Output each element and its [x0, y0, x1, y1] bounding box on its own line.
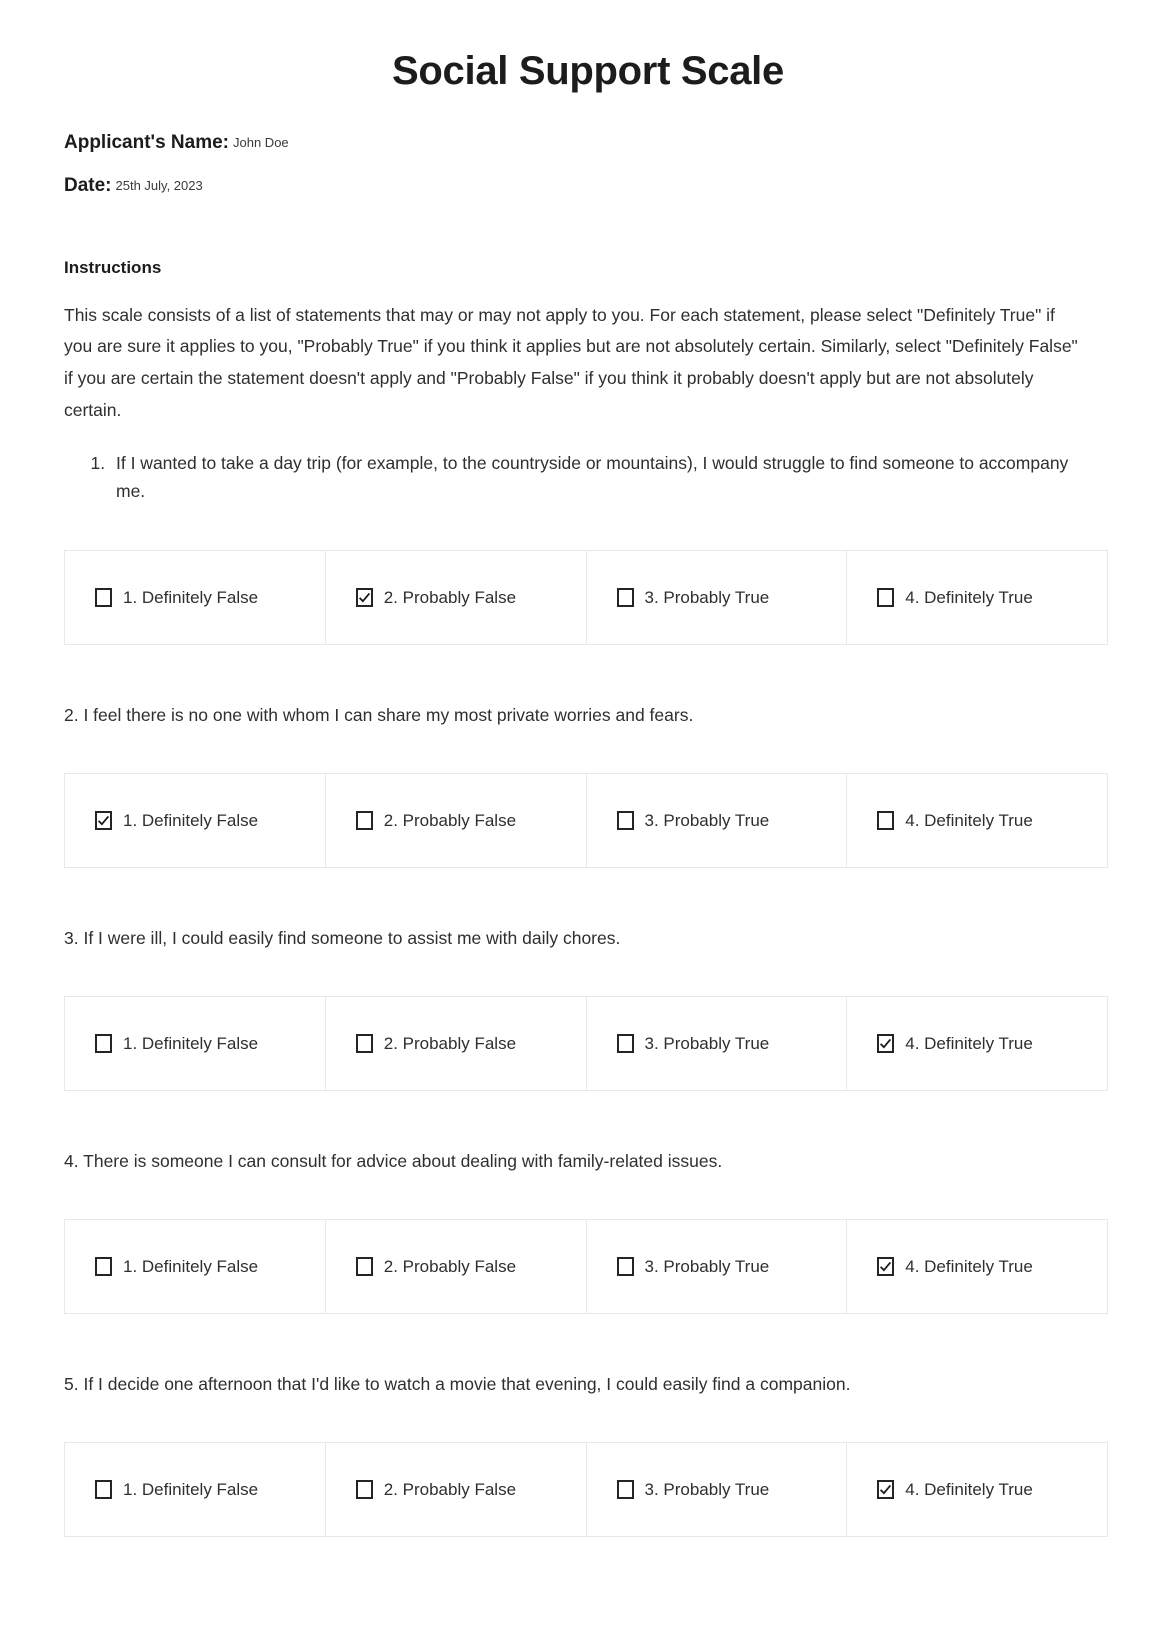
option-label-2: 2. Probably False: [383, 1256, 517, 1276]
option-label-3: 3. Probably True: [644, 1479, 770, 1499]
checkbox-q1-opt3[interactable]: [616, 587, 634, 607]
instructions-paragraph: This scale consists of a list of stateme…: [0, 300, 1176, 427]
instructions-last-line: certain.: [64, 400, 122, 421]
question-1-options-table: 1. Definitely False 2. Probably False 3.…: [64, 549, 1108, 645]
checkbox-q3-opt3[interactable]: [616, 1033, 634, 1053]
option-label-4: 4. Definitely True: [905, 587, 1033, 607]
question-2-text: 2. I feel there is no one with whom I ca…: [64, 704, 694, 725]
option-cell-4[interactable]: 4. Definitely True: [846, 995, 1108, 1091]
date-label: Date:: [64, 174, 112, 196]
option-label-3: 3. Probably True: [644, 1033, 770, 1053]
check-icon: [97, 815, 110, 826]
option-label-4: 4. Definitely True: [905, 1033, 1033, 1053]
check-icon: [880, 1038, 892, 1049]
date-value[interactable]: 25th July, 2023: [116, 178, 203, 193]
question-2-options-table: 1. Definitely False 2. Probably False 3.…: [64, 772, 1108, 868]
checkbox-q2-opt1[interactable]: [95, 810, 112, 830]
checkbox-q1-opt4[interactable]: [877, 587, 895, 607]
option-cell-1[interactable]: 1. Definitely False: [64, 1441, 326, 1537]
applicant-name-label: Applicant's Name:: [64, 132, 229, 153]
table-row: 1. Definitely False 2. Probably False 3.…: [64, 1441, 1108, 1537]
option-label-3: 3. Probably True: [644, 1256, 770, 1276]
option-cell-3[interactable]: 3. Probably True: [585, 549, 848, 645]
question-1-options-wrap: 1. Definitely False 2. Probably False 3.…: [0, 549, 1176, 645]
option-cell-3[interactable]: 3. Probably True: [585, 772, 848, 868]
question-3-options-table: 1. Definitely False 2. Probably False 3.…: [64, 995, 1108, 1091]
option-cell-3[interactable]: 3. Probably True: [585, 1441, 848, 1537]
option-label-4: 4. Definitely True: [905, 810, 1033, 830]
option-cell-4[interactable]: 4. Definitely True: [846, 772, 1108, 868]
check-icon: [880, 1484, 892, 1495]
option-cell-1[interactable]: 1. Definitely False: [64, 1218, 326, 1314]
option-label-1: 1. Definitely False: [123, 587, 259, 607]
checkbox-q3-opt1[interactable]: [95, 1033, 112, 1053]
option-cell-4[interactable]: 4. Definitely True: [846, 1441, 1108, 1537]
question-3-text: 3. If I were ill, I could easily find so…: [64, 927, 621, 948]
question-2-options-wrap: 1. Definitely False 2. Probably False 3.…: [0, 772, 1176, 868]
question-4-options-table: 1. Definitely False 2. Probably False 3.…: [64, 1218, 1108, 1314]
option-label-2: 2. Probably False: [383, 587, 517, 607]
table-row: 1. Definitely False 2. Probably False 3.…: [64, 995, 1108, 1091]
applicant-meta-block: Applicant's Name: John Doe Date: 25th July…: [0, 132, 1176, 198]
checkbox-q3-opt2[interactable]: [355, 1033, 373, 1053]
option-label-1: 1. Definitely False: [123, 1479, 259, 1499]
option-cell-1[interactable]: 1. Definitely False: [64, 549, 326, 645]
instructions-body: This scale consists of a list of stateme…: [64, 304, 1078, 389]
checkbox-q4-opt3[interactable]: [616, 1256, 634, 1276]
question-1-text: If I wanted to take a day trip (for exam…: [110, 449, 1076, 506]
checkbox-q5-opt1[interactable]: [95, 1479, 112, 1499]
check-icon: [880, 1261, 892, 1272]
checkbox-q4-opt1[interactable]: [95, 1256, 112, 1276]
option-label-2: 2. Probably False: [383, 810, 517, 830]
checkbox-q3-opt4[interactable]: [877, 1033, 895, 1053]
table-row: 1. Definitely False 2. Probably False 3.…: [64, 1218, 1108, 1314]
option-cell-3[interactable]: 3. Probably True: [585, 1218, 848, 1314]
option-label-3: 3. Probably True: [644, 810, 770, 830]
checkbox-q2-opt4[interactable]: [877, 810, 895, 830]
option-cell-1[interactable]: 1. Definitely False: [64, 772, 326, 868]
option-cell-4[interactable]: 4. Definitely True: [846, 549, 1108, 645]
option-cell-2[interactable]: 2. Probably False: [324, 1218, 587, 1314]
table-row: 1. Definitely False 2. Probably False 3.…: [64, 549, 1108, 645]
applicant-name-value[interactable]: John Doe: [233, 135, 289, 150]
option-label-4: 4. Definitely True: [905, 1256, 1033, 1276]
checkbox-q2-opt2[interactable]: [355, 810, 373, 830]
option-label-1: 1. Definitely False: [123, 1256, 259, 1276]
checkbox-q4-opt4[interactable]: [877, 1256, 895, 1276]
form-page: Social Support Scale Applicant's Name: Jo…: [0, 0, 1176, 1630]
checkbox-q1-opt2[interactable]: [355, 587, 373, 607]
check-icon: [358, 592, 370, 603]
option-label-4: 4. Definitely True: [905, 1479, 1033, 1499]
option-cell-2[interactable]: 2. Probably False: [324, 1441, 587, 1537]
question-1-list: If I wanted to take a day trip (for exam…: [0, 449, 1176, 506]
question-4-text: 4. There is someone I can consult for ad…: [64, 1150, 723, 1171]
option-cell-2[interactable]: 2. Probably False: [324, 995, 587, 1091]
option-label-2: 2. Probably False: [383, 1479, 517, 1499]
option-label-1: 1. Definitely False: [123, 1033, 259, 1053]
option-cell-2[interactable]: 2. Probably False: [324, 549, 587, 645]
date-row: Date: 25th July, 2023: [64, 175, 1176, 198]
option-cell-2[interactable]: 2. Probably False: [324, 772, 587, 868]
checkbox-q5-opt4[interactable]: [877, 1479, 895, 1499]
page-title: Social Support Scale: [392, 49, 784, 93]
checkbox-q5-opt2[interactable]: [355, 1479, 373, 1499]
question-5-text: 5. If I decide one afternoon that I'd li…: [64, 1373, 851, 1394]
checkbox-q4-opt2[interactable]: [355, 1256, 373, 1276]
question-4-options-wrap: 1. Definitely False 2. Probably False 3.…: [0, 1218, 1176, 1314]
question-5-options-wrap: 1. Definitely False 2. Probably False 3.…: [0, 1441, 1176, 1537]
option-label-3: 3. Probably True: [644, 587, 770, 607]
option-label-1: 1. Definitely False: [123, 810, 259, 830]
checkbox-q2-opt3[interactable]: [616, 810, 634, 830]
checkbox-q1-opt1[interactable]: [95, 587, 112, 607]
question-3-options-wrap: 1. Definitely False 2. Probably False 3.…: [0, 995, 1176, 1091]
applicant-name-row: Applicant's Name: John Doe: [64, 132, 1176, 155]
option-label-2: 2. Probably False: [383, 1033, 517, 1053]
question-5-options-table: 1. Definitely False 2. Probably False 3.…: [64, 1441, 1108, 1537]
option-cell-1[interactable]: 1. Definitely False: [64, 995, 326, 1091]
option-cell-3[interactable]: 3. Probably True: [585, 995, 848, 1091]
option-cell-4[interactable]: 4. Definitely True: [846, 1218, 1108, 1314]
instructions-heading: Instructions: [64, 257, 162, 277]
table-row: 1. Definitely False 2. Probably False 3.…: [64, 772, 1108, 868]
checkbox-q5-opt3[interactable]: [616, 1479, 634, 1499]
